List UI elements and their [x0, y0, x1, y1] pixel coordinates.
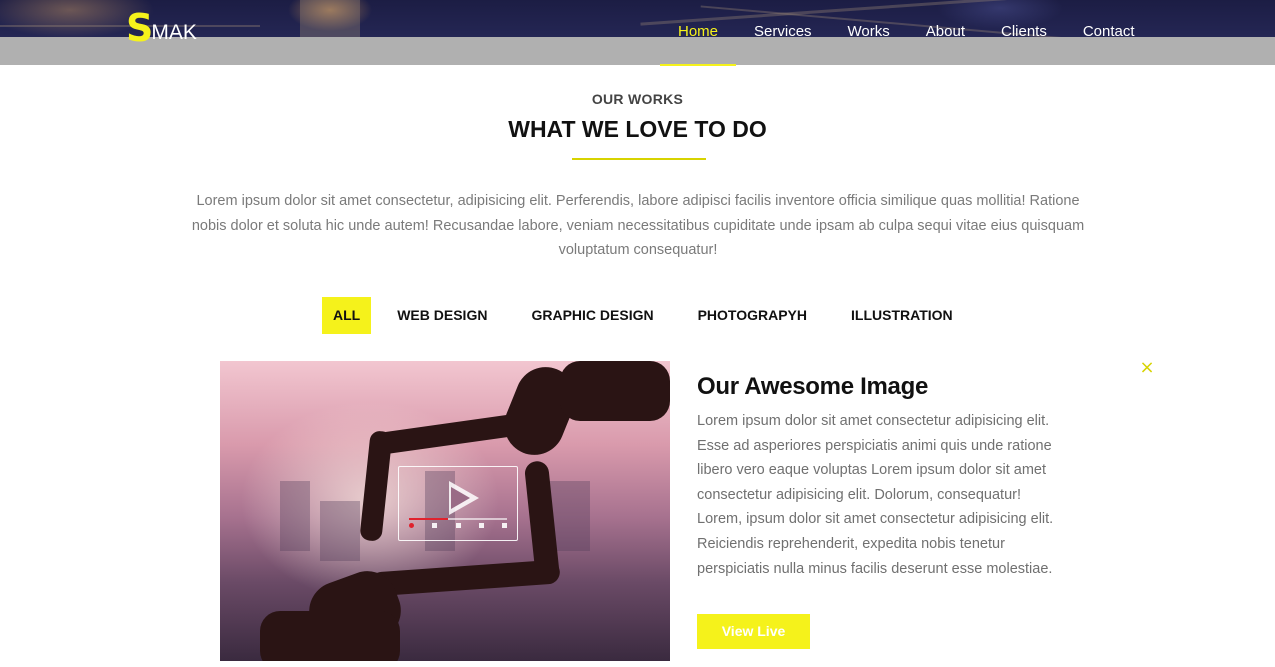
work-title: Our Awesome Image: [697, 373, 928, 400]
section-title: WHAT WE LOVE TO DO: [508, 116, 767, 142]
work-description: Lorem ipsum dolor sit amet consectetur a…: [697, 413, 1054, 577]
nav-item-home[interactable]: Home: [660, 22, 737, 66]
filter-graphic-design[interactable]: GRAPHIC DESIGN: [513, 297, 671, 334]
image-building: [320, 501, 360, 561]
settings-icon: [478, 523, 484, 528]
video-progress-fill: [409, 518, 449, 520]
close-icon[interactable]: ×: [1138, 358, 1156, 378]
filter-web-design[interactable]: WEB DESIGN: [379, 297, 505, 334]
filter-illustration[interactable]: ILLUSTRATION: [833, 297, 971, 334]
main-nav: Home Services Works About Clients Contac…: [660, 22, 1153, 66]
hand-top-wrist: [560, 361, 670, 421]
work-image: [220, 361, 670, 661]
hand-bottom-wrist: [260, 611, 400, 661]
record-icon: [409, 523, 414, 528]
video-frame-hands-icon: [398, 466, 518, 541]
site-logo[interactable]: S MAK: [126, 6, 197, 50]
filter-all[interactable]: ALL: [322, 297, 372, 334]
logo-initial: S: [126, 6, 154, 50]
filter-photography[interactable]: PHOTOGRAPYH: [680, 297, 825, 334]
video-progress-bar: [409, 518, 507, 520]
site-header: S MAK Home Services Works About Clients …: [0, 0, 1275, 66]
image-building: [280, 481, 310, 551]
section-eyebrow: OUR WORKS: [591, 91, 684, 107]
logo-text: MAK: [151, 21, 197, 44]
nav-item-about[interactable]: About: [908, 22, 983, 66]
video-controls: [409, 523, 507, 529]
nav-item-works[interactable]: Works: [830, 22, 908, 66]
nav-item-contact[interactable]: Contact: [1065, 22, 1153, 66]
fullscreen-icon: [502, 523, 507, 528]
pause-icon: [432, 523, 438, 528]
portfolio-filters: ALL WEB DESIGN GRAPHIC DESIGN PHOTOGRAPY…: [322, 297, 971, 334]
nav-item-services[interactable]: Services: [736, 22, 830, 66]
nav-item-clients[interactable]: Clients: [983, 22, 1065, 66]
section-intro: Lorem ipsum dolor sit amet consectetur, …: [191, 193, 1085, 258]
volume-icon: [455, 523, 461, 528]
title-divider: [572, 158, 706, 160]
view-live-button[interactable]: View Live: [697, 614, 810, 649]
